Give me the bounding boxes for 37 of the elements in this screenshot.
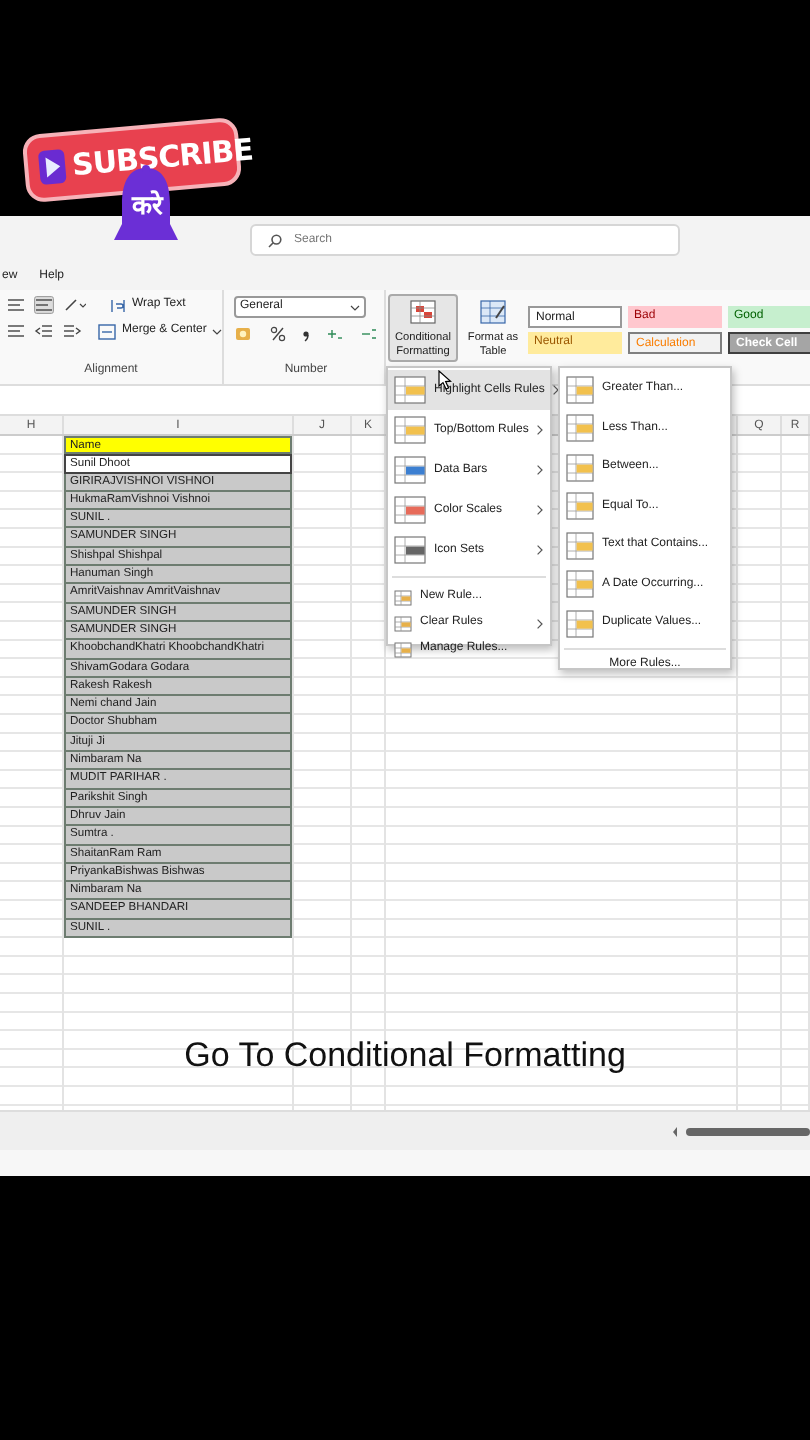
table-icon	[394, 376, 426, 404]
align-center-icon[interactable]	[34, 296, 54, 314]
comma-icon[interactable]	[302, 326, 310, 342]
table-icon	[394, 416, 426, 444]
table-icon	[394, 615, 412, 631]
table-icon	[566, 492, 594, 521]
table-icon	[410, 300, 436, 324]
increase-decimal-icon[interactable]	[326, 326, 344, 342]
increase-indent-icon[interactable]	[62, 322, 82, 340]
align-left-icon[interactable]	[6, 296, 26, 314]
align-right-icon[interactable]	[6, 322, 26, 340]
orientation-icon[interactable]	[62, 296, 86, 314]
caret-icon	[350, 303, 360, 311]
sticker-text: करे	[132, 192, 162, 221]
table-icon	[480, 300, 506, 324]
table-icon	[394, 589, 412, 605]
decrease-indent-icon[interactable]	[34, 322, 54, 340]
video-caption: Go To Conditional Formatting	[182, 1034, 628, 1078]
table-icon	[394, 496, 426, 524]
search-icon	[268, 234, 282, 248]
table-icon	[566, 570, 594, 599]
scroll-left-icon[interactable]	[672, 1125, 678, 1137]
table-icon	[566, 531, 594, 560]
merge-icon	[98, 323, 116, 339]
table-icon	[566, 414, 594, 443]
decrease-decimal-icon[interactable]	[360, 326, 378, 342]
table-icon	[566, 453, 594, 482]
scrollbar-thumb[interactable]	[686, 1127, 810, 1135]
table-icon	[394, 536, 426, 564]
caret-icon	[212, 327, 223, 335]
wrap-icon	[110, 297, 126, 313]
table-icon	[566, 375, 594, 404]
subscribe-text: SUBSCRIBE	[70, 134, 254, 181]
table-icon	[394, 456, 426, 484]
play-icon	[36, 147, 68, 187]
percent-icon[interactable]	[270, 326, 286, 342]
table-icon	[566, 609, 594, 638]
